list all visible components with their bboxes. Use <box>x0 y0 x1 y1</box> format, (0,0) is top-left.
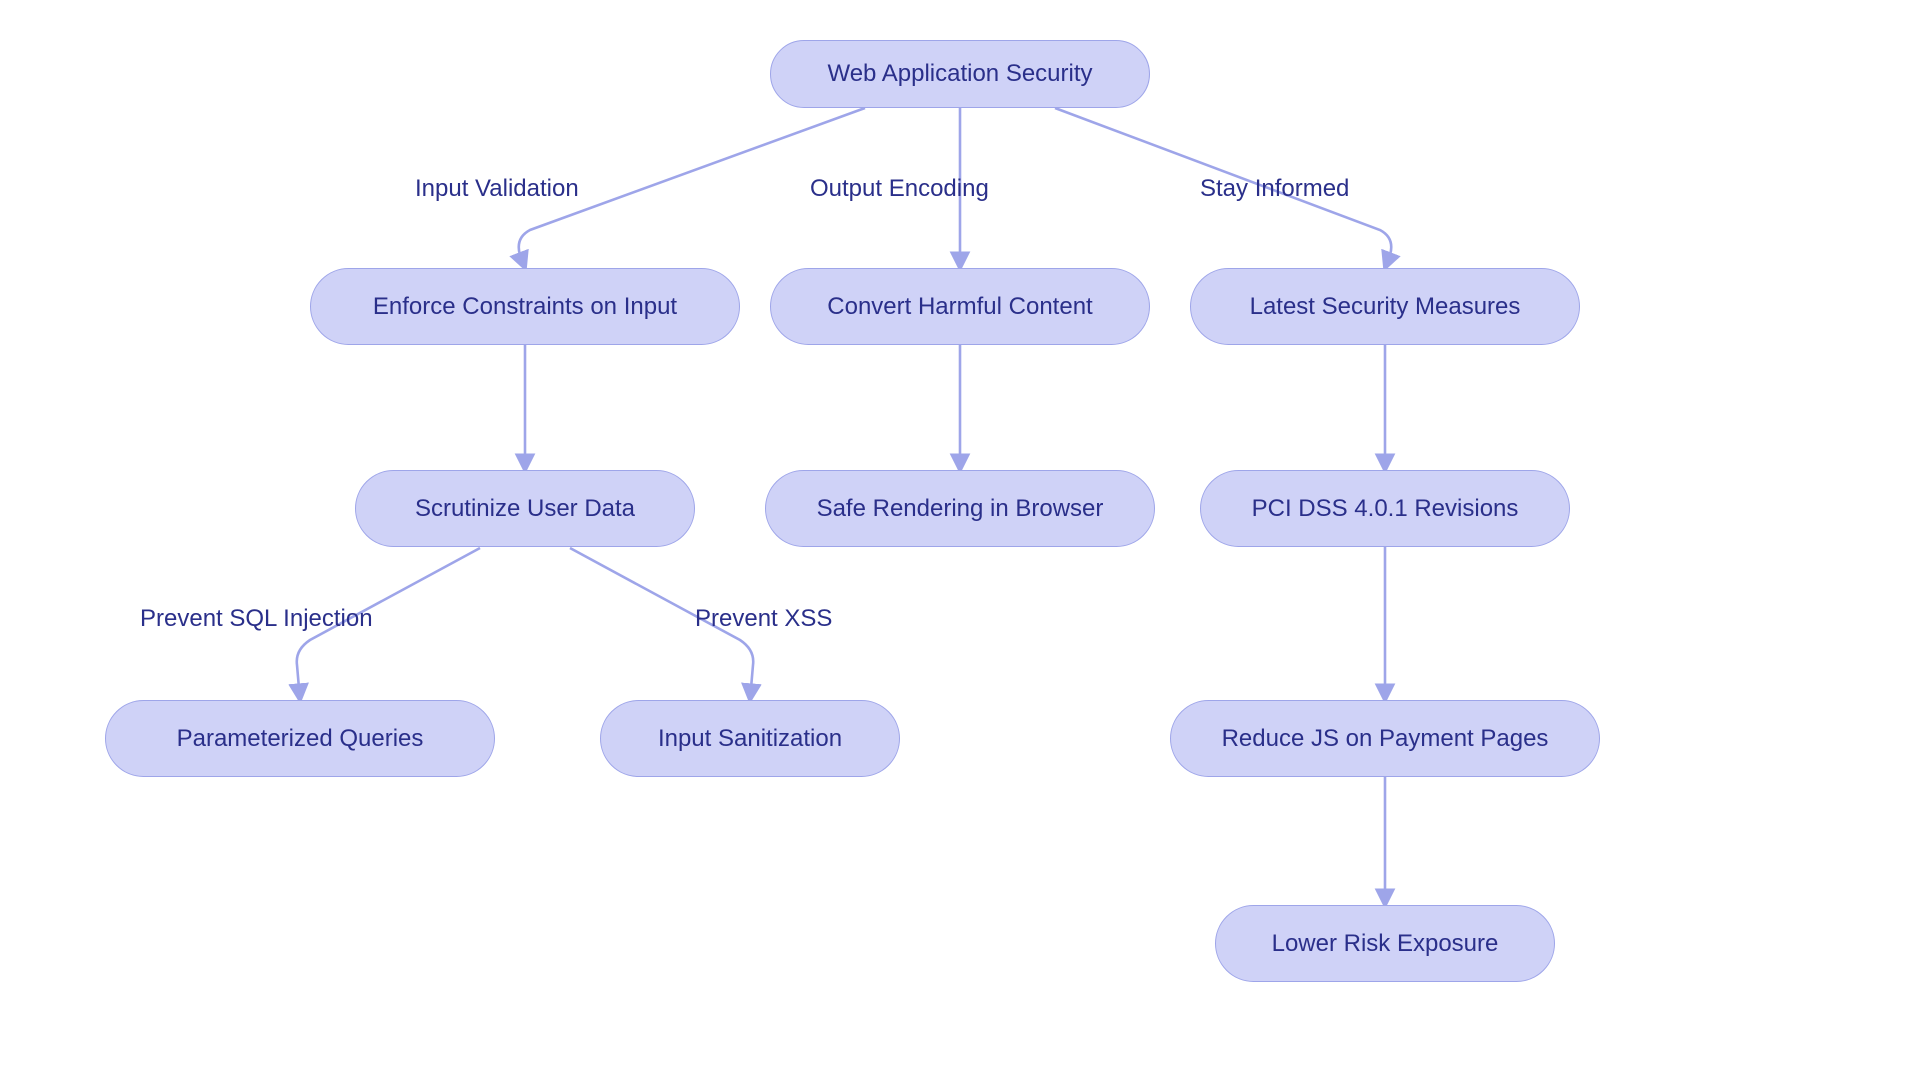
flowchart: Web Application Security Enforce Constra… <box>0 0 1920 1080</box>
node-latest-security: Latest Security Measures <box>1190 268 1580 345</box>
node-convert-harmful: Convert Harmful Content <box>770 268 1150 345</box>
edge-label-input-validation: Input Validation <box>415 175 579 203</box>
node-root: Web Application Security <box>770 40 1150 108</box>
edge-label-prevent-sql: Prevent SQL Injection <box>140 605 373 633</box>
node-pci-dss: PCI DSS 4.0.1 Revisions <box>1200 470 1570 547</box>
node-input-sanitization: Input Sanitization <box>600 700 900 777</box>
node-lower-risk: Lower Risk Exposure <box>1215 905 1555 982</box>
node-parameterized-queries: Parameterized Queries <box>105 700 495 777</box>
node-reduce-js: Reduce JS on Payment Pages <box>1170 700 1600 777</box>
node-enforce-constraints: Enforce Constraints on Input <box>310 268 740 345</box>
edge-label-prevent-xss: Prevent XSS <box>695 605 832 633</box>
node-safe-rendering: Safe Rendering in Browser <box>765 470 1155 547</box>
node-scrutinize-user-data: Scrutinize User Data <box>355 470 695 547</box>
edge-label-stay-informed: Stay Informed <box>1200 175 1349 203</box>
edge-label-output-encoding: Output Encoding <box>810 175 989 203</box>
